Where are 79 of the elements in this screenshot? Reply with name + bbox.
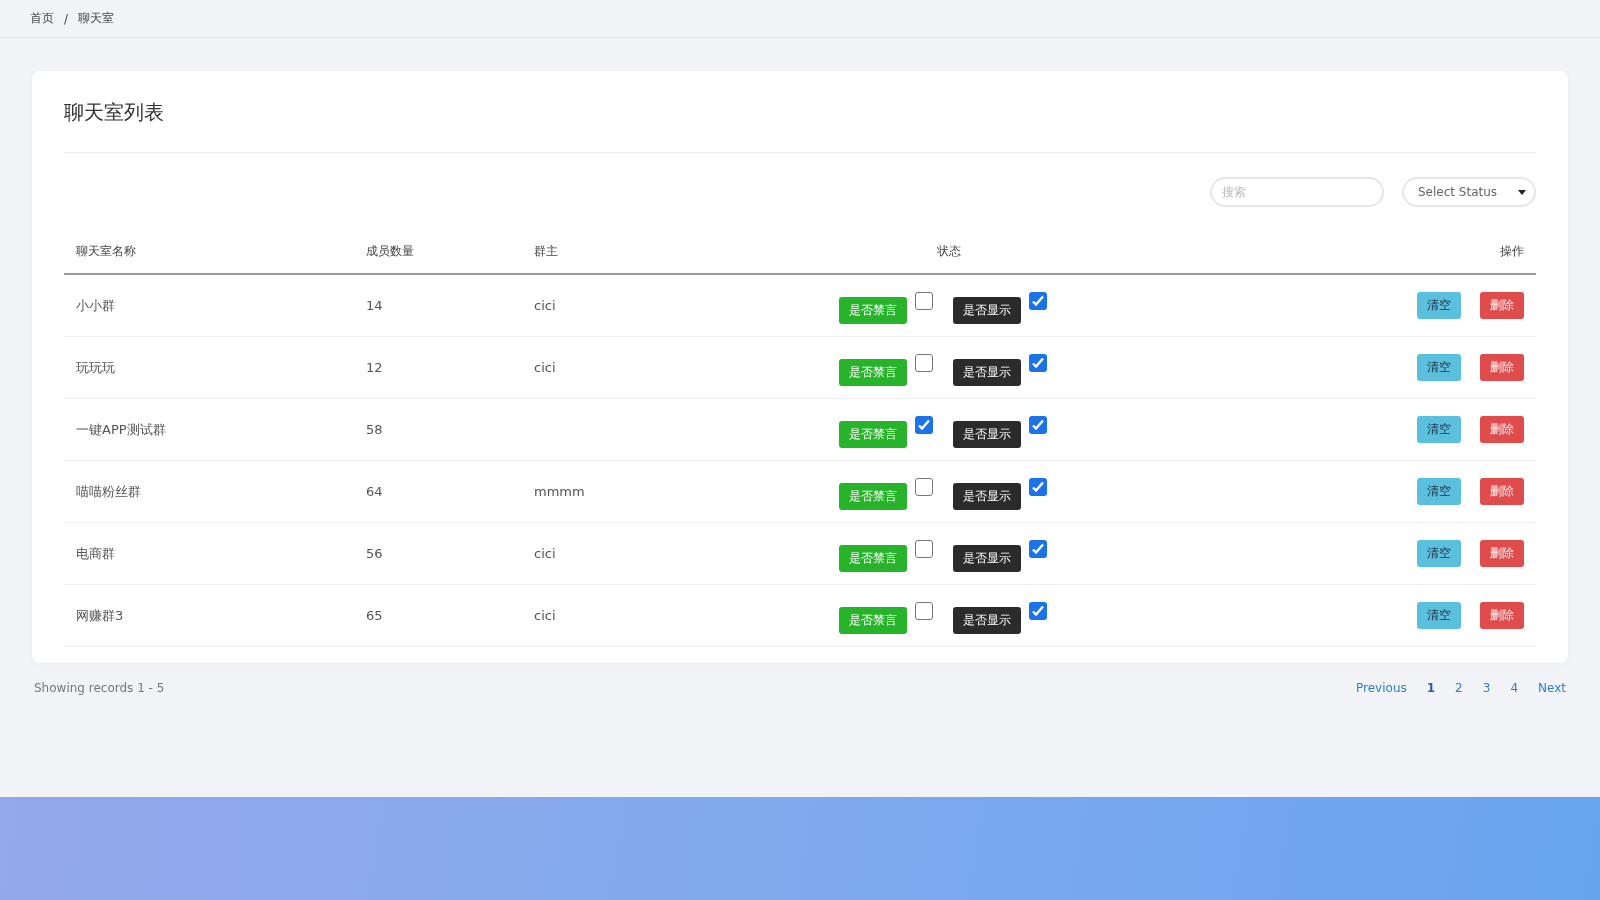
- column-header: 聊天室名称: [75, 242, 137, 260]
- clear-button[interactable]: 清空: [1417, 602, 1461, 629]
- check-icon: [1031, 355, 1045, 370]
- check-icon: [1031, 541, 1045, 556]
- check-icon: [1031, 417, 1045, 432]
- mute-label: 是否禁言: [839, 607, 907, 634]
- clear-button[interactable]: 清空: [1417, 478, 1461, 505]
- table-cell-text: 58: [365, 422, 384, 437]
- mute-label: 是否禁言: [839, 359, 907, 386]
- column-header: 状态: [937, 242, 961, 260]
- clear-button[interactable]: 清空: [1417, 292, 1461, 319]
- delete-button[interactable]: 删除: [1480, 416, 1524, 443]
- checkbox[interactable]: [915, 353, 933, 372]
- page-link[interactable]: Previous: [1356, 681, 1407, 695]
- table-cell-text: 小小群: [75, 296, 116, 315]
- page-link[interactable]: 1: [1426, 681, 1436, 695]
- show-label: 是否显示: [953, 607, 1021, 634]
- column-header: 操作: [1499, 242, 1525, 260]
- show-label: 是否显示: [953, 359, 1021, 386]
- check-icon: [1031, 293, 1045, 308]
- page-link[interactable]: 2: [1455, 681, 1463, 695]
- table-cell-text: cici: [533, 360, 557, 375]
- card-title: 聊天室列表: [64, 99, 1536, 153]
- checkbox[interactable]: [915, 539, 933, 558]
- show-label: 是否显示: [953, 545, 1021, 572]
- breadcrumb-link[interactable]: 首页: [30, 10, 54, 27]
- checkbox[interactable]: [1029, 539, 1047, 558]
- page-link[interactable]: 4: [1510, 681, 1519, 695]
- check-icon: [917, 417, 931, 432]
- caret-icon: [1518, 189, 1526, 195]
- table-cell-text: 网赚群3: [75, 606, 125, 625]
- breadcrumb-link[interactable]: 聊天室: [78, 10, 115, 27]
- table-cell-text: 65: [365, 608, 384, 623]
- checkbox[interactable]: [915, 291, 933, 310]
- checkbox[interactable]: [1029, 353, 1047, 372]
- mute-label: 是否禁言: [839, 545, 907, 572]
- table-cell-text: cici: [533, 298, 557, 313]
- table-cell-text: 14: [365, 298, 384, 313]
- page-link[interactable]: Next: [1538, 681, 1566, 695]
- table-cell-text: 玩玩玩: [75, 358, 116, 377]
- checkbox[interactable]: [1029, 415, 1047, 434]
- delete-button[interactable]: 删除: [1480, 602, 1524, 629]
- show-label: 是否显示: [953, 421, 1021, 448]
- table-cell-text: 56: [365, 546, 384, 561]
- checkbox[interactable]: [915, 601, 933, 620]
- search-field[interactable]: 搜索: [1210, 177, 1384, 207]
- checkbox[interactable]: [1029, 291, 1047, 310]
- table-cell-text: 一键APP测试群: [75, 420, 167, 439]
- mute-label: 是否禁言: [839, 297, 907, 324]
- table-cell-text: mmmm: [533, 484, 586, 499]
- show-label: 是否显示: [953, 297, 1021, 324]
- records-info: Showing records 1 - 5: [34, 681, 165, 695]
- table-cell-text: 电商群: [75, 544, 116, 563]
- table-cell-text: 64: [365, 484, 384, 499]
- table-cell-text: 12: [365, 360, 384, 375]
- delete-button[interactable]: 删除: [1480, 540, 1524, 567]
- check-icon: [1031, 479, 1045, 494]
- check-icon: [1031, 603, 1045, 618]
- table-cell-text: cici: [533, 608, 557, 623]
- delete-button[interactable]: 删除: [1480, 354, 1524, 381]
- delete-button[interactable]: 删除: [1480, 478, 1524, 505]
- clear-button[interactable]: 清空: [1417, 416, 1461, 443]
- checkbox[interactable]: [1029, 601, 1047, 620]
- clear-button[interactable]: 清空: [1417, 540, 1461, 567]
- checkbox[interactable]: [915, 477, 933, 496]
- table-cell-text: cici: [533, 546, 557, 561]
- show-label: 是否显示: [953, 483, 1021, 510]
- clear-button[interactable]: 清空: [1417, 354, 1461, 381]
- mute-label: 是否禁言: [839, 483, 907, 510]
- status-select[interactable]: Select Status: [1402, 177, 1536, 207]
- checkbox[interactable]: [915, 415, 933, 434]
- page-link[interactable]: 3: [1482, 681, 1491, 695]
- breadcrumb-separator: /: [64, 11, 69, 26]
- column-header: 群主: [533, 242, 559, 260]
- table-cell-text: 喵喵粉丝群: [75, 482, 142, 501]
- checkbox[interactable]: [1029, 477, 1047, 496]
- delete-button[interactable]: 删除: [1480, 292, 1524, 319]
- column-header: 成员数量: [365, 242, 415, 260]
- mute-label: 是否禁言: [839, 421, 907, 448]
